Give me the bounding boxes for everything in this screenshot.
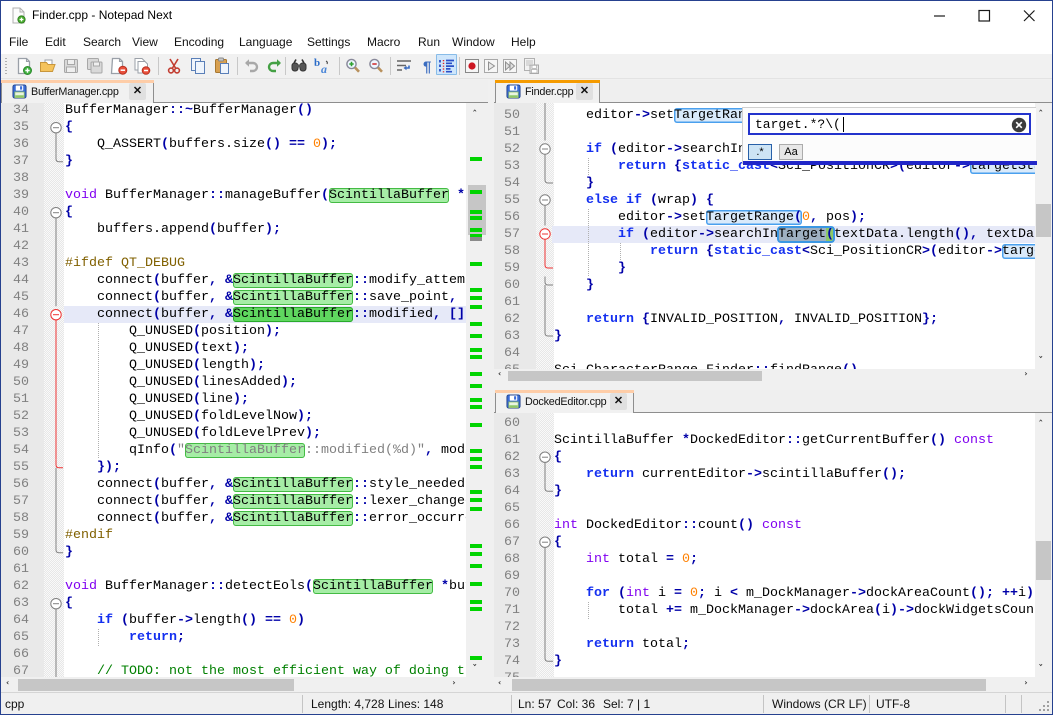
svg-text:a: a: [321, 62, 327, 75]
svg-text:¶: ¶: [423, 59, 431, 76]
svg-text:b: b: [314, 57, 320, 69]
